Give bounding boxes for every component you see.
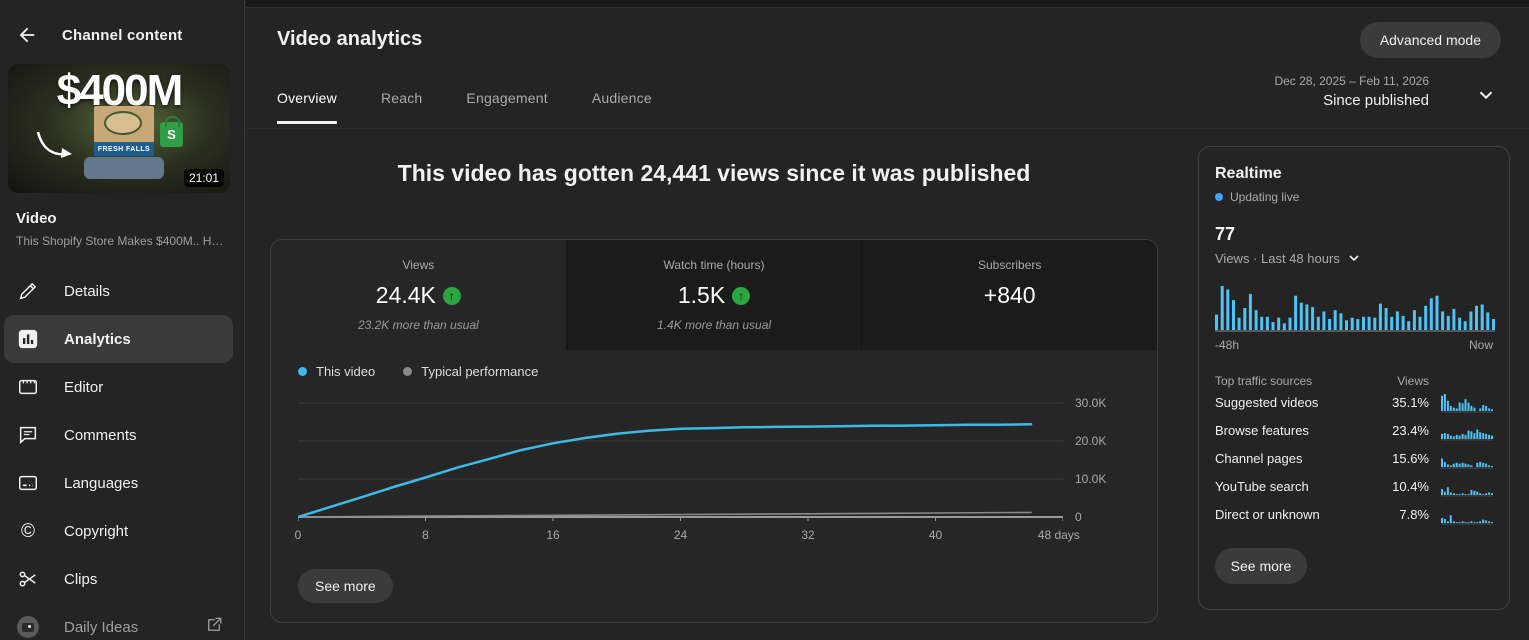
ideas-icon bbox=[16, 615, 40, 639]
traffic-sources-header: Top traffic sources Views bbox=[1215, 374, 1429, 388]
analytics-icon bbox=[16, 327, 40, 351]
live-dot-icon bbox=[1215, 193, 1223, 201]
views-line-chart bbox=[298, 402, 1063, 521]
sidebar-item-daily-ideas[interactable]: Daily Ideas bbox=[4, 603, 233, 640]
realtime-views-count: 77 bbox=[1215, 224, 1236, 244]
tab-engagement[interactable]: Engagement bbox=[466, 90, 547, 124]
legend-dot-gray bbox=[403, 367, 413, 376]
back-arrow-icon[interactable] bbox=[16, 24, 38, 46]
sidebar-item-copyright[interactable]: © Copyright bbox=[4, 507, 233, 555]
analytics-tabs: Overview Reach Engagement Audience bbox=[277, 90, 652, 124]
realtime-see-more-button[interactable]: See more bbox=[1215, 548, 1307, 584]
sidebar-item-comments[interactable]: Comments bbox=[4, 411, 233, 459]
shopify-bag-icon: S bbox=[160, 116, 183, 147]
views-headline: This video has gotten 24,441 views since… bbox=[397, 160, 1031, 186]
subtitles-icon bbox=[16, 471, 40, 495]
legend-typical-performance: Typical performance bbox=[403, 364, 538, 379]
comments-icon bbox=[16, 423, 40, 447]
date-range-selector[interactable]: Dec 28, 2025 – Feb 11, 2026 Since publis… bbox=[1274, 74, 1429, 109]
chevron-down-icon[interactable] bbox=[1475, 84, 1497, 111]
video-kind-label: Video bbox=[16, 210, 57, 227]
advanced-mode-button[interactable]: Advanced mode bbox=[1359, 22, 1501, 58]
sidebar-item-clips[interactable]: Clips bbox=[4, 555, 233, 603]
tab-overview[interactable]: Overview bbox=[277, 90, 337, 124]
sidebar-item-editor[interactable]: Editor bbox=[4, 363, 233, 411]
editor-icon bbox=[16, 375, 40, 399]
tab-audience[interactable]: Audience bbox=[592, 90, 652, 124]
traffic-sparkline bbox=[1441, 487, 1493, 497]
chevron-down-icon bbox=[1349, 255, 1359, 262]
legend-dot-blue bbox=[298, 367, 307, 376]
pencil-icon bbox=[16, 279, 40, 303]
metric-strip: Views 24.4K ↑ 23.2K more than usual Watc… bbox=[271, 240, 1157, 350]
video-thumbnail[interactable]: $400M FRESH FALLS S 21:01 bbox=[8, 64, 230, 193]
legend-this-video: This video bbox=[298, 364, 375, 379]
traffic-row-channel-pages[interactable]: Channel pages 15.6% bbox=[1215, 444, 1493, 472]
traffic-row-browse-features[interactable]: Browse features 23.4% bbox=[1215, 416, 1493, 444]
updating-live-row: Updating live bbox=[1215, 190, 1493, 204]
external-link-icon bbox=[205, 616, 223, 639]
back-row: Channel content bbox=[0, 20, 245, 50]
video-analytics-page: Channel content $400M FRESH FALLS S 21:0… bbox=[0, 0, 1529, 640]
sidebar-menu: Details Analytics Editor Comments Langua… bbox=[0, 267, 245, 640]
metric-views[interactable]: Views 24.4K ↑ 23.2K more than usual bbox=[271, 240, 566, 350]
sidebar-item-details[interactable]: Details bbox=[4, 267, 233, 315]
traffic-row-suggested-videos[interactable]: Suggested videos 35.1% bbox=[1215, 388, 1493, 416]
copyright-icon: © bbox=[21, 520, 35, 542]
thumbnail-product-box: FRESH FALLS bbox=[94, 106, 154, 156]
realtime-axis: -48h Now bbox=[1215, 338, 1493, 352]
sidebar: Channel content $400M FRESH FALLS S 21:0… bbox=[0, 0, 245, 640]
metric-watch-time[interactable]: Watch time (hours) 1.5K ↑ 1.4K more than… bbox=[565, 240, 862, 350]
realtime-bar-chart bbox=[1215, 286, 1495, 332]
y-axis-labels: 0 10.0K 20.0K 30.0K bbox=[1075, 396, 1107, 524]
date-range-text: Dec 28, 2025 – Feb 11, 2026 bbox=[1274, 74, 1429, 88]
scissors-icon bbox=[16, 567, 40, 591]
top-strip bbox=[246, 0, 1529, 8]
traffic-sparkline bbox=[1441, 429, 1493, 441]
overview-card: Views 24.4K ↑ 23.2K more than usual Watc… bbox=[270, 239, 1158, 623]
traffic-row-direct-or-unknown[interactable]: Direct or unknown 7.8% bbox=[1215, 500, 1493, 528]
date-range-label: Since published bbox=[1323, 92, 1429, 109]
main-content: Video analytics Advanced mode Dec 28, 20… bbox=[246, 0, 1529, 640]
traffic-row-youtube-search[interactable]: YouTube search 10.4% bbox=[1215, 472, 1493, 500]
realtime-title: Realtime bbox=[1215, 165, 1282, 182]
sidebar-item-languages[interactable]: Languages bbox=[4, 459, 233, 507]
thumbnail-product-logo bbox=[104, 111, 142, 135]
see-more-button[interactable]: See more bbox=[298, 569, 393, 603]
page-title: Video analytics bbox=[277, 28, 423, 50]
thumbnail-soap-bar bbox=[84, 157, 164, 179]
thumbnail-product-band: FRESH FALLS bbox=[94, 142, 154, 156]
sidebar-item-analytics[interactable]: Analytics bbox=[4, 315, 233, 363]
trend-up-icon: ↑ bbox=[732, 286, 751, 305]
video-duration-badge: 21:01 bbox=[183, 169, 224, 187]
video-title: This Shopify Store Makes $400M.. H… bbox=[16, 234, 224, 248]
thumbnail-arrow-graphic bbox=[36, 131, 72, 158]
header-divider bbox=[246, 128, 1529, 129]
channel-content-title: Channel content bbox=[62, 26, 183, 44]
chart-legend: This video Typical performance bbox=[298, 364, 538, 379]
realtime-card: Realtime Updating live 77 Views · Last 4… bbox=[1198, 146, 1510, 610]
traffic-sparkline bbox=[1441, 458, 1493, 469]
traffic-sparkline bbox=[1441, 515, 1493, 525]
realtime-metric-selector[interactable]: Views · Last 48 hours bbox=[1215, 250, 1493, 266]
tab-reach[interactable]: Reach bbox=[381, 90, 422, 124]
trend-up-icon: ↑ bbox=[442, 286, 461, 305]
traffic-sparkline bbox=[1441, 394, 1493, 413]
